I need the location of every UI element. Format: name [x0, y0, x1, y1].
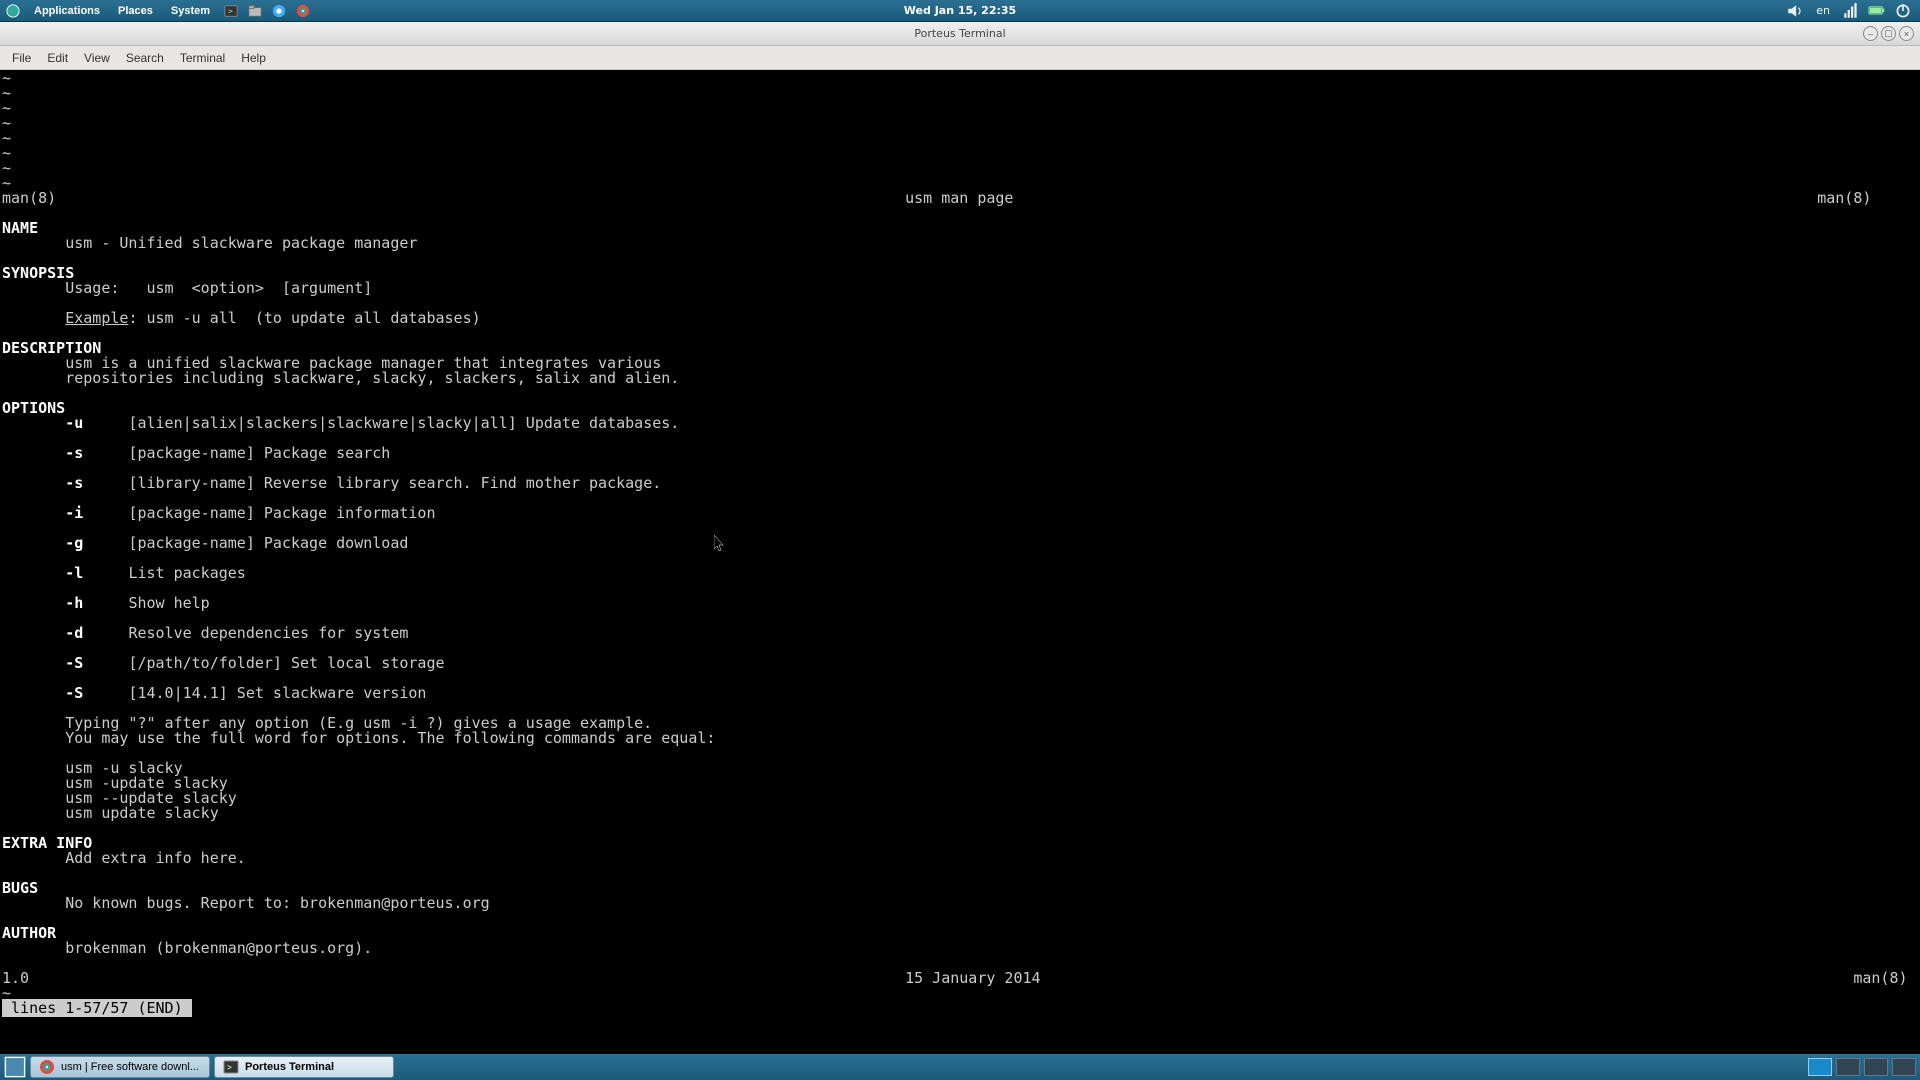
window-title: Porteus Terminal: [914, 27, 1005, 40]
menu-search[interactable]: Search: [118, 47, 172, 69]
opt-example: usm update slacky: [2, 804, 219, 822]
opt-flag: -s: [65, 474, 83, 492]
workspace-2[interactable]: [1836, 1058, 1860, 1076]
opt-desc: [package-name] Package search: [128, 444, 390, 462]
menu-help[interactable]: Help: [233, 47, 274, 69]
terminal-icon: >: [223, 1059, 239, 1075]
workspace-1[interactable]: [1808, 1058, 1832, 1076]
synopsis-example-rest: : usm -u all (to update all databases): [128, 309, 480, 327]
power-icon[interactable]: [1894, 3, 1912, 19]
opt-flag: -S: [65, 654, 83, 672]
workspace-4[interactable]: [1892, 1058, 1916, 1076]
man-header-right: man(8): [1817, 189, 1871, 207]
menu-terminal[interactable]: Terminal: [172, 47, 233, 69]
battery-icon[interactable]: [1868, 3, 1886, 19]
opt-desc: [package-name] Package information: [128, 504, 435, 522]
opt-desc: [alien|salix|slackers|slackware|slacky|a…: [128, 414, 679, 432]
pager-statusline: lines 1-57/57 (END): [2, 999, 192, 1017]
top-panel-right: en: [1786, 3, 1916, 19]
opt-flag: -l: [65, 564, 83, 582]
svg-text:>: >: [227, 1063, 232, 1072]
window-controls: ‒ ▢ ×: [1863, 26, 1914, 41]
opt-desc: [library-name] Reverse library search. F…: [128, 474, 661, 492]
author-body: brokenman (brokenman@porteus.org).: [2, 939, 372, 957]
opt-desc: List packages: [128, 564, 245, 582]
opt-flag: -S: [65, 684, 83, 702]
task-label: Porteus Terminal: [245, 1061, 334, 1073]
opt-desc: Show help: [128, 594, 209, 612]
top-panel: Applications Places System > Wed Jan 15,…: [0, 0, 1920, 22]
top-panel-left: Applications Places System >: [4, 2, 312, 20]
man-footer-right: man(8): [1853, 969, 1907, 987]
window-titlebar[interactable]: Porteus Terminal ‒ ▢ ×: [0, 22, 1920, 46]
task-label: usm | Free software downl...: [61, 1061, 199, 1073]
menu-file[interactable]: File: [4, 47, 39, 69]
opt-flag: -i: [65, 504, 83, 522]
mouse-cursor-icon: [714, 535, 726, 553]
svg-text:>: >: [228, 7, 234, 15]
synopsis-example-label: Example: [65, 309, 128, 327]
maximize-button[interactable]: ▢: [1881, 26, 1896, 41]
filemanager-launcher-icon[interactable]: [246, 2, 264, 20]
places-menu[interactable]: Places: [112, 3, 159, 19]
task-terminal[interactable]: > Porteus Terminal: [214, 1056, 394, 1078]
name-body: usm - Unified slackware package manager: [2, 234, 417, 252]
distro-icon[interactable]: [4, 2, 22, 20]
opt-desc: [/path/to/folder] Set local storage: [128, 654, 444, 672]
terminal-launcher-icon[interactable]: >: [222, 2, 240, 20]
menubar: File Edit View Search Terminal Help: [0, 46, 1920, 70]
man-footer-center: 15 January 2014: [905, 969, 1040, 987]
opt-flag: -h: [65, 594, 83, 612]
opt-desc: Resolve dependencies for system: [128, 624, 408, 642]
keyboard-layout[interactable]: en: [1812, 4, 1834, 17]
synopsis-usage: Usage: usm <option> [argument]: [2, 279, 372, 297]
extra-body: Add extra info here.: [2, 849, 246, 867]
taskbar-right: [1808, 1058, 1916, 1076]
opt-flag: -d: [65, 624, 83, 642]
show-desktop-button[interactable]: [4, 1057, 26, 1077]
chrome-icon: [39, 1059, 55, 1075]
section-options: OPTIONS: [2, 399, 65, 417]
task-browser[interactable]: usm | Free software downl...: [30, 1056, 210, 1078]
system-menu[interactable]: System: [165, 3, 216, 19]
opt-desc: [package-name] Package download: [128, 534, 408, 552]
terminal-view[interactable]: ~ ~ ~ ~ ~ ~ ~ ~ man(8) usm man page: [0, 70, 1920, 1054]
opt-flag: -s: [65, 444, 83, 462]
chrome-launcher-icon[interactable]: [294, 2, 312, 20]
close-button[interactable]: ×: [1899, 26, 1914, 41]
description-line: repositories including slackware, slacky…: [2, 369, 679, 387]
minimize-button[interactable]: ‒: [1863, 26, 1878, 41]
applications-menu[interactable]: Applications: [28, 3, 106, 19]
menu-view[interactable]: View: [76, 47, 118, 69]
opt-flag: -u: [65, 414, 83, 432]
opt-desc: [14.0|14.1] Set slackware version: [128, 684, 426, 702]
opt-note: You may use the full word for options. T…: [2, 729, 715, 747]
bugs-body: No known bugs. Report to: brokenman@port…: [2, 894, 490, 912]
man-header-center: usm man page: [905, 189, 1013, 207]
menu-edit[interactable]: Edit: [39, 47, 76, 69]
taskbar: usm | Free software downl... > Porteus T…: [0, 1054, 1920, 1080]
network-icon[interactable]: [1842, 3, 1860, 19]
man-header-left: man(8): [2, 189, 56, 207]
opt-flag: -g: [65, 534, 83, 552]
volume-icon[interactable]: [1786, 3, 1804, 19]
workspace-3[interactable]: [1864, 1058, 1888, 1076]
clock[interactable]: Wed Jan 15, 22:35: [904, 4, 1016, 17]
browser-launcher-icon[interactable]: [270, 2, 288, 20]
